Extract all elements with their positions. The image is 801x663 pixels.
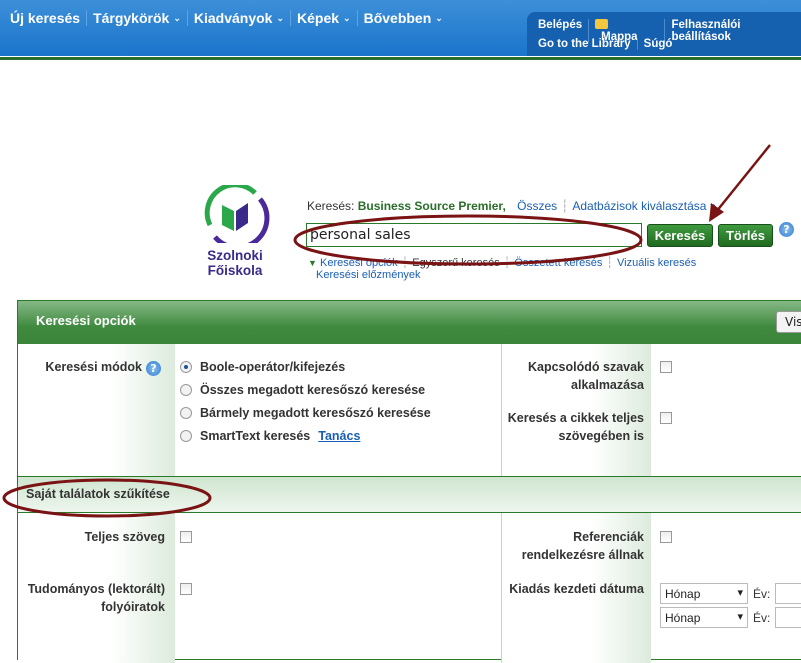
search-options-panel: Keresési opciók Vis Keresési módok ? Boo…: [17, 300, 801, 663]
related-words-checkbox[interactable]: [660, 361, 672, 373]
advanced-search-link[interactable]: Összetett keresés: [514, 257, 602, 269]
book-logo-icon: [204, 182, 270, 250]
search-modes-label: Keresési módok: [45, 360, 142, 374]
all-link[interactable]: Összes: [517, 199, 557, 213]
database-name: Business Source Premier,: [357, 199, 506, 213]
radio-button[interactable]: [180, 407, 192, 419]
start-year-input[interactable]: [775, 583, 801, 604]
peer-reviewed-label: Tudományos (lektorált) folyóiratok: [27, 582, 165, 614]
search-label: Keresés:: [307, 199, 355, 213]
mode-label: Boole-operátor/kifejezés: [200, 360, 346, 374]
nav-publications[interactable]: Kiadványok ⌄: [188, 10, 291, 26]
radio-button[interactable]: [180, 430, 192, 442]
limit-results-header: Saját találatok szűkítése: [18, 476, 801, 513]
chevron-down-icon: ⌄: [173, 12, 181, 23]
search-button[interactable]: Keresés: [647, 224, 713, 247]
choose-databases-link[interactable]: Adatbázisok kiválasztása »: [572, 199, 716, 213]
institution-logo: Szolnoki Főiskola: [185, 182, 285, 278]
top-navigation-bar: Új keresés Tárgykörök ⌄ Kiadványok ⌄ Képek…: [0, 0, 801, 58]
help-icon[interactable]: ?: [779, 222, 794, 237]
nav-label: Új keresés: [10, 10, 81, 26]
divider: [0, 56, 801, 60]
mode-option[interactable]: Összes megadott keresőszó keresése: [180, 383, 425, 397]
peer-reviewed-checkbox[interactable]: [180, 583, 192, 595]
radio-button[interactable]: [180, 361, 192, 373]
radio-button[interactable]: [180, 384, 192, 396]
nav-label: Tárgykörök: [93, 10, 170, 26]
mode-label: Bármely megadott keresőszó keresése: [200, 406, 431, 420]
search-input[interactable]: personal sales: [306, 223, 642, 247]
visual-search-link[interactable]: Vizuális keresés: [617, 257, 696, 269]
nav-new-search[interactable]: Új keresés: [4, 10, 88, 26]
mode-label: Összes megadott keresőszó keresése: [200, 383, 426, 397]
arrow-icon: [715, 144, 771, 213]
chevron-down-icon: ⌄: [343, 12, 351, 23]
help-icon[interactable]: ?: [146, 361, 161, 376]
chevron-down-icon: ⌄: [435, 12, 443, 23]
fulltext-checkbox[interactable]: [180, 531, 192, 543]
main-nav: Új keresés Tárgykörök ⌄ Kiadványok ⌄ Képek…: [4, 10, 449, 26]
nav-label: Képek: [297, 10, 340, 26]
nav-more[interactable]: Bővebben ⌄: [358, 10, 449, 26]
nav-subjects[interactable]: Tárgykörök ⌄: [87, 10, 188, 26]
fulltext-search-checkbox[interactable]: [660, 412, 672, 424]
mode-option[interactable]: Boole-operátor/kifejezés: [180, 360, 345, 374]
start-month-select[interactable]: Hónap: [660, 583, 748, 604]
tip-link[interactable]: Tanács: [318, 429, 360, 443]
mode-label: SmartText keresés: [200, 429, 311, 443]
library-link[interactable]: Go to the Library: [532, 38, 638, 50]
mode-option[interactable]: Bármely megadott keresőszó keresése: [180, 406, 431, 420]
nav-label: Bővebben: [363, 10, 432, 26]
logo-text: Szolnoki Főiskola: [207, 248, 263, 278]
basic-search-link[interactable]: Egyszerű keresés: [412, 257, 499, 269]
folder-icon: [595, 19, 609, 29]
fulltext-label: Teljes szöveg: [84, 530, 165, 544]
triangle-down-icon: ▼: [308, 258, 317, 268]
references-label: Referenciák rendelkezésre állnak: [521, 530, 644, 562]
search-history-link[interactable]: Keresési előzmények: [316, 269, 421, 281]
preferences-link[interactable]: Felhasználói beállítások: [665, 19, 801, 43]
end-year-input[interactable]: [775, 607, 801, 628]
search-options-link[interactable]: Keresési opciók: [320, 257, 398, 269]
pubdate-label: Kiadás kezdeti dátuma: [509, 582, 644, 596]
references-checkbox[interactable]: [660, 531, 672, 543]
chevron-down-icon: ⌄: [276, 12, 284, 23]
end-month-select[interactable]: Hónap: [660, 607, 748, 628]
fulltext-search-label: Keresés a cikkek teljes szövegében is: [507, 411, 644, 443]
nav-label: Kiadványok: [193, 10, 273, 26]
help-link[interactable]: Súgó: [638, 38, 679, 50]
panel-header: Keresési opciók: [18, 301, 801, 344]
mode-option[interactable]: SmartText keresés Tanács: [180, 429, 360, 443]
year-label: Év:: [753, 611, 771, 625]
reset-button[interactable]: Vis: [776, 311, 801, 333]
year-label: Év:: [753, 587, 771, 601]
search-links: ▼ Keresési opciók ┆ Egyszerű keresés ┆ Össze…: [308, 257, 697, 281]
clear-button[interactable]: Törlés: [718, 224, 773, 247]
nav-images[interactable]: Képek ⌄: [291, 10, 358, 26]
account-panel: Belépés Mappa Felhasználói beállítások G…: [527, 12, 801, 58]
panel-title: Keresési opciók: [36, 313, 136, 328]
search-scope: Keresés: Business Source Premier, Összes…: [307, 199, 717, 213]
related-words-label: Kapcsolódó szavak alkalmazása: [527, 360, 644, 392]
